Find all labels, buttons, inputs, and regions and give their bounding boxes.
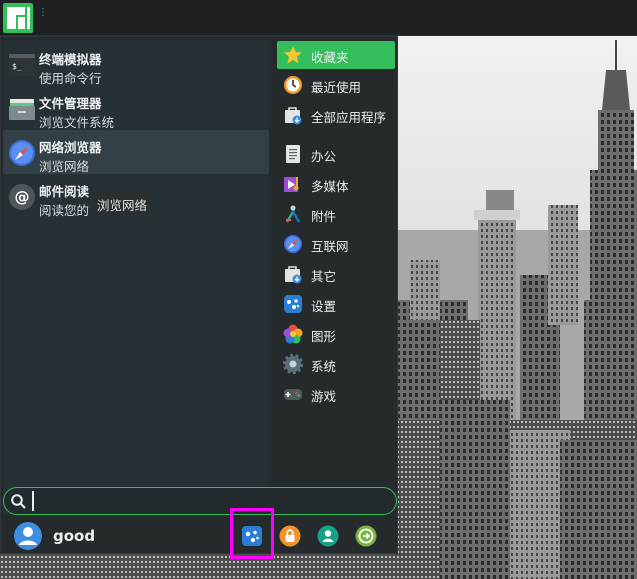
user-avatar-icon — [14, 522, 42, 550]
category-office[interactable]: 办公 — [277, 140, 395, 168]
search-input[interactable] — [32, 491, 382, 511]
category-accessories[interactable]: 附件 — [277, 200, 395, 228]
app-name: 终端模拟器 — [39, 52, 102, 67]
switch-user-icon[interactable] — [317, 525, 339, 547]
other-icon — [285, 266, 302, 284]
app-name: 网络浏览器 — [39, 140, 102, 155]
all-apps-icon — [285, 107, 302, 125]
category-label: 办公 — [311, 149, 337, 164]
app-description: 使用命令行 — [39, 71, 102, 86]
web-browser-icon — [9, 140, 35, 166]
category-recent[interactable]: 最近使用 — [277, 71, 395, 99]
search-icon — [11, 494, 26, 509]
internet-icon — [284, 235, 302, 253]
whisker-menu-button[interactable] — [3, 3, 33, 33]
category-graphics[interactable]: 图形 — [277, 320, 395, 348]
category-label: 设置 — [311, 299, 337, 314]
mail-icon: @ — [9, 184, 35, 210]
category-other[interactable]: 其它 — [277, 260, 395, 288]
application-list: $_ 终端模拟器 使用命令行 文件管理器 浏览文件系统 网络浏览器 浏览网络 @… — [3, 40, 269, 514]
search-box — [3, 487, 397, 515]
application-menu: $_ 终端模拟器 使用命令行 文件管理器 浏览文件系统 网络浏览器 浏览网络 @… — [0, 36, 398, 559]
star-icon — [284, 46, 302, 64]
category-internet[interactable]: 互联网 — [277, 230, 395, 258]
panel-handle-icon[interactable]: ⋮ — [38, 8, 48, 24]
category-label: 图形 — [311, 329, 337, 344]
category-label: 其它 — [311, 269, 337, 284]
category-label: 多媒体 — [311, 179, 349, 194]
category-label: 附件 — [311, 209, 337, 224]
multimedia-icon — [284, 177, 299, 192]
category-label: 全部应用程序 — [311, 110, 387, 125]
app-description: 阅读您的 — [39, 203, 90, 218]
category-all-applications[interactable]: 全部应用程序 — [277, 101, 395, 129]
category-system[interactable]: 系统 — [277, 350, 395, 378]
category-label: 系统 — [311, 359, 337, 374]
system-icon — [283, 354, 303, 374]
games-icon — [284, 389, 302, 400]
username-label: good — [53, 527, 96, 545]
category-games[interactable]: 游戏 — [277, 380, 395, 408]
manjaro-logo-icon — [7, 7, 30, 29]
svg-text:@: @ — [15, 188, 30, 206]
category-label: 互联网 — [311, 239, 349, 254]
app-item-file-manager[interactable]: 文件管理器 浏览文件系统 — [3, 86, 269, 130]
terminal-icon: $_ — [9, 54, 35, 76]
svg-text:$_: $_ — [12, 62, 22, 71]
app-name: 文件管理器 — [39, 96, 102, 111]
accessories-icon — [285, 205, 301, 223]
app-item-web-browser[interactable]: 网络浏览器 浏览网络 — [3, 130, 269, 174]
graphics-icon — [283, 324, 303, 344]
app-item-terminal[interactable]: $_ 终端模拟器 使用命令行 — [3, 42, 269, 86]
tooltip: 浏览网络 — [91, 192, 154, 216]
app-description: 浏览网络 — [39, 159, 90, 174]
annotation-highlight-box — [230, 508, 274, 559]
category-favorites[interactable]: 收藏夹 — [277, 41, 395, 69]
category-multimedia[interactable]: 多媒体 — [277, 170, 395, 198]
category-label: 游戏 — [311, 389, 337, 404]
category-settings[interactable]: 设置 — [277, 290, 395, 318]
app-description: 浏览文件系统 — [39, 115, 115, 130]
category-list: 收藏夹 最近使用 全部应用程序 办公 多媒体 附件 互联网 其它 设置 图形 系… — [275, 40, 397, 514]
app-name: 邮件阅读 — [39, 184, 90, 199]
settings-icon — [284, 295, 302, 313]
office-icon — [286, 145, 300, 163]
file-manager-icon — [9, 99, 35, 120]
category-label: 最近使用 — [311, 80, 362, 95]
top-panel: ⋮ — [0, 0, 637, 36]
category-label: 收藏夹 — [311, 50, 349, 65]
log-out-icon[interactable] — [355, 525, 377, 547]
lock-screen-icon[interactable] — [279, 525, 301, 547]
clock-icon — [284, 76, 302, 94]
